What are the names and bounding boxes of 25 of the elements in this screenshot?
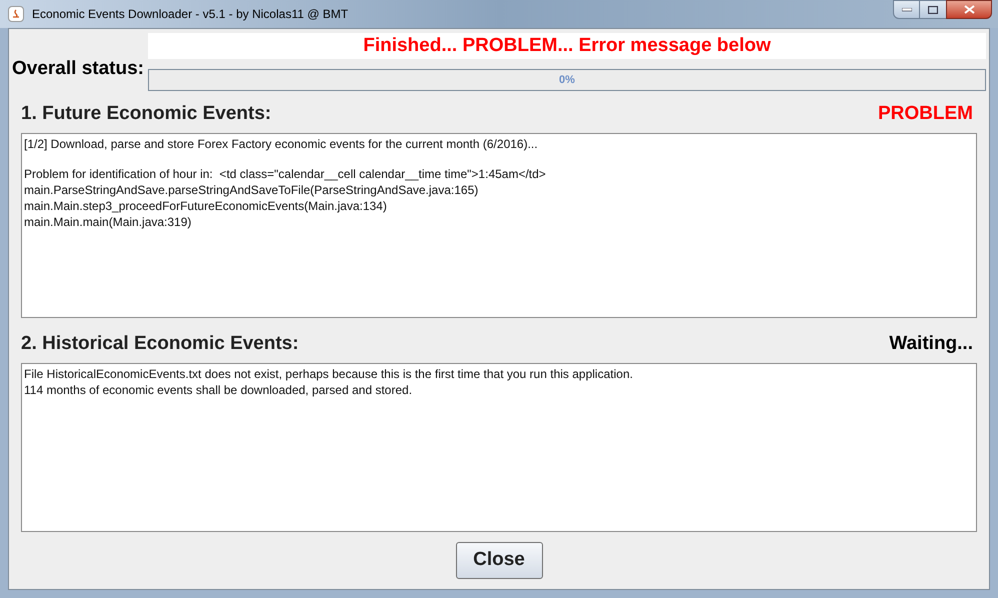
log-line: main.Main.main(Main.java:319) (24, 214, 192, 230)
section-status: PROBLEM (878, 102, 974, 126)
log-line: main.ParseStringAndSave.parseStringAndSaveToFile(ParseStringAndSave.java:165) (24, 182, 480, 198)
log-text-area[interactable] (21, 133, 977, 318)
section-status: Waiting... (889, 332, 974, 356)
status-message: Finished... PROBLEM... Error message below (148, 33, 986, 59)
log-line: main.Main.step3_proceedForFutureEconomicEvents(Main.java:134) (24, 198, 388, 214)
progress-reading: 0% (558, 72, 576, 88)
close-icon (964, 5, 974, 14)
window-title: Economic Events Downloader - v5.1 - by Nicolas11 @ BMT (32, 6, 348, 23)
app-icon (8, 6, 24, 22)
log-line: 114 months of economic events shall be downloaded, parsed and stored. (24, 382, 414, 398)
minimize-icon (902, 8, 912, 12)
log-line: [1/2] Download, parse and store Forex Factory economic events for the current month (6/2016)... (24, 136, 539, 152)
log-text-area[interactable]: File HistoricalEconomicEvents.txt does not exist, perhaps because this is the first time that you run this application. 114 months of economic events shall be downloaded, parsed and stored. (21, 363, 977, 532)
section-title: 1. Future Economic Events: (21, 102, 272, 126)
maximize-icon (928, 6, 938, 14)
log-line: File HistoricalEconomicEvents.txt does not exist, perhaps because this is the first time that you run this application. (24, 366, 634, 382)
close-button[interactable]: Close (456, 542, 542, 579)
maximize-button[interactable] (920, 0, 946, 19)
section-title: 2. Historical Economic Events: (21, 332, 299, 356)
log-line: Problem for identification of hour in: <td class="calendar__cell calendar__time time">1:45am</td> (24, 166, 547, 182)
close-window-button[interactable] (946, 0, 992, 19)
overall-status-label: Overall status: (12, 56, 144, 81)
minimize-button[interactable] (893, 0, 920, 19)
